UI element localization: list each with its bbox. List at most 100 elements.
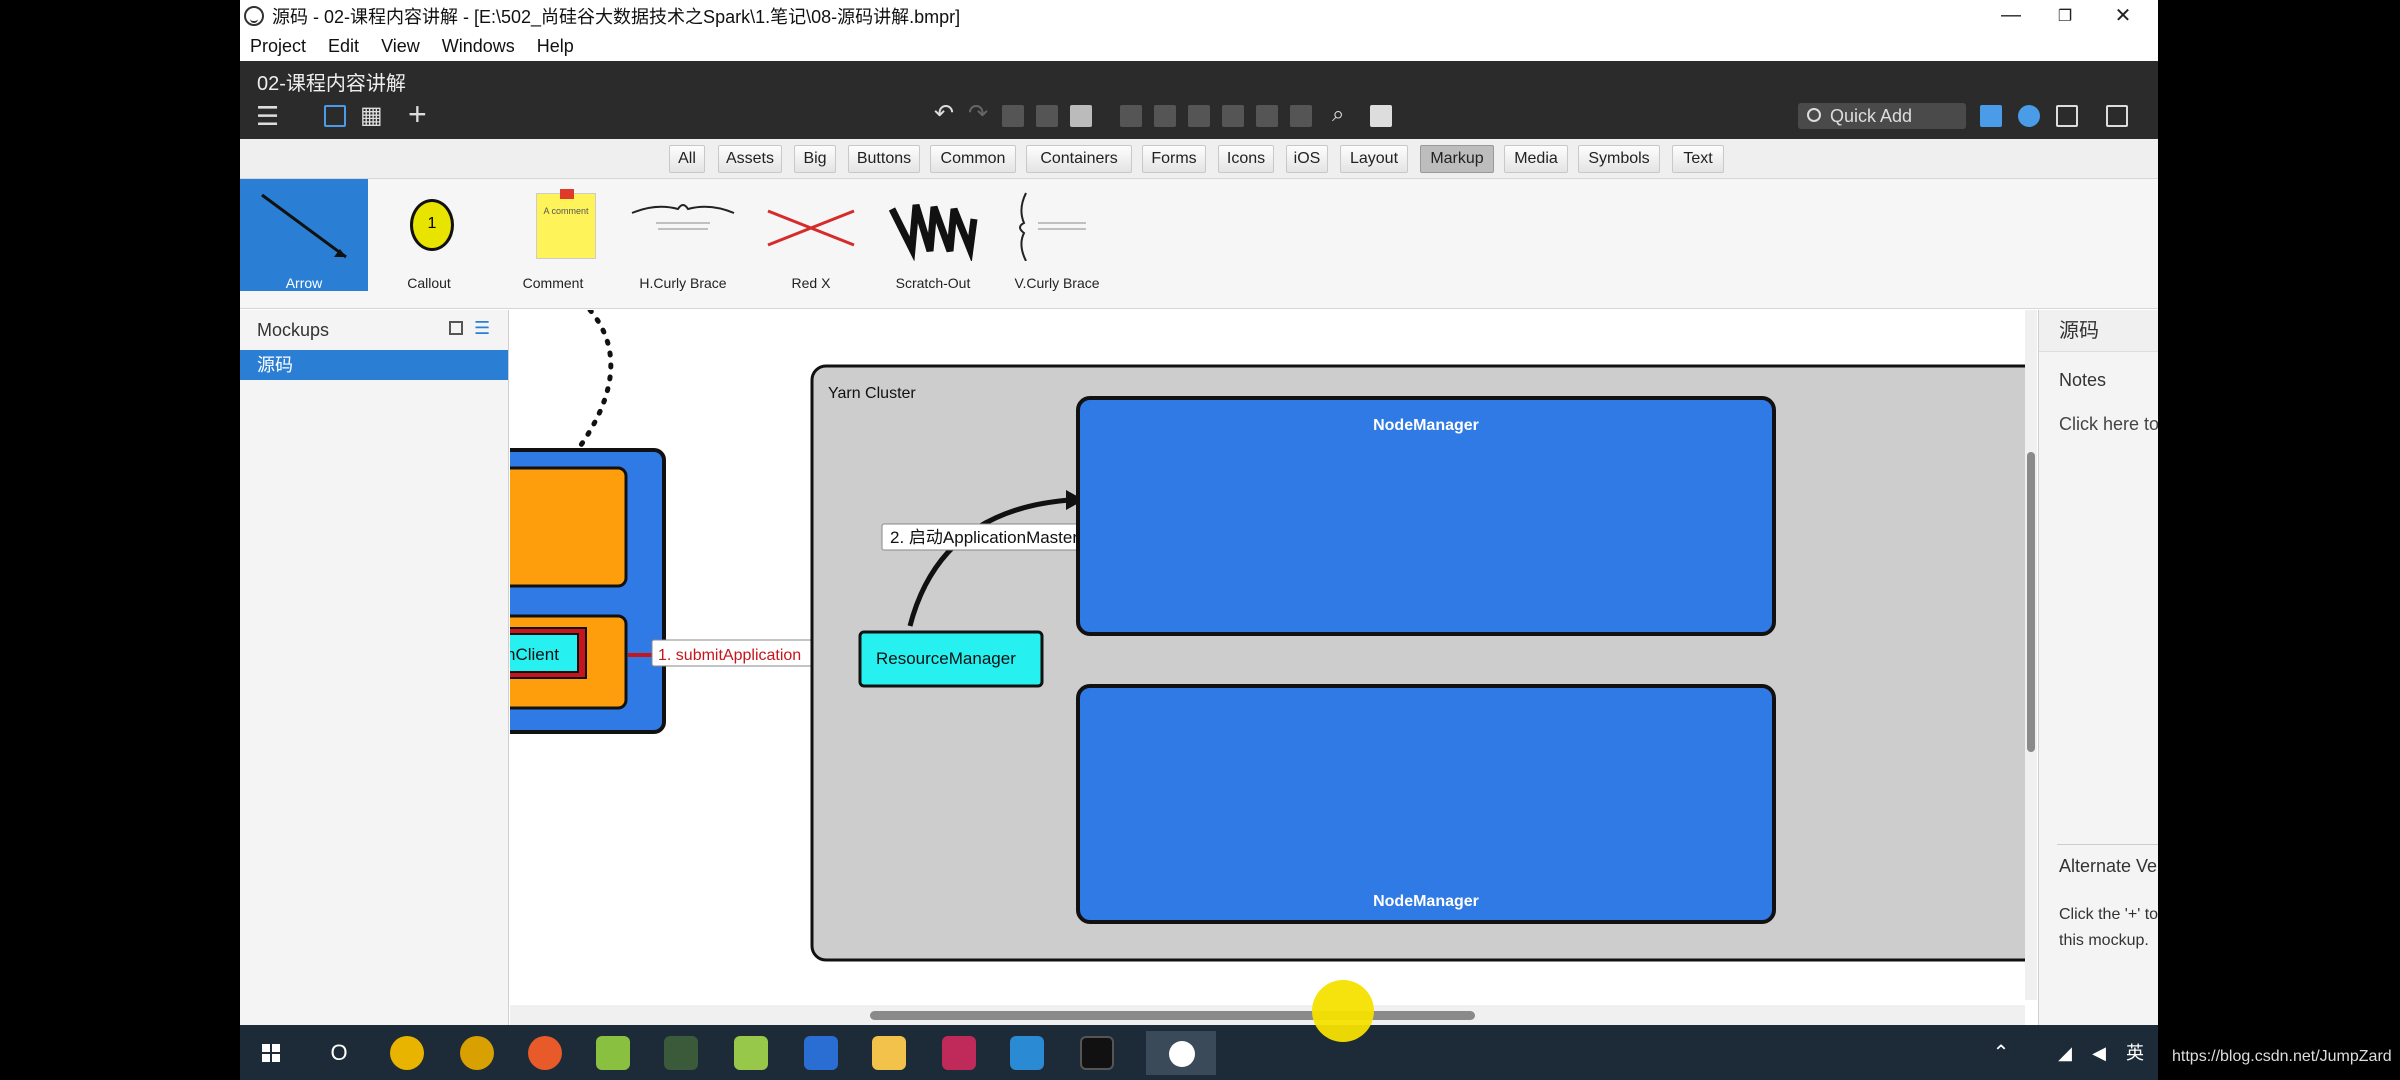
list-view-icon[interactable]: ☰ bbox=[474, 318, 490, 339]
canvas-horizontal-scrollbar[interactable] bbox=[510, 1005, 2025, 1025]
paste-icon[interactable] bbox=[1070, 105, 1092, 127]
terminal-icon[interactable] bbox=[1080, 1036, 1114, 1070]
filter-tab-big[interactable]: Big bbox=[794, 145, 836, 173]
file-explorer-icon[interactable] bbox=[872, 1036, 906, 1070]
hamburger-menu-icon[interactable]: ☰ bbox=[256, 101, 279, 131]
balsamiq-app-icon[interactable] bbox=[1010, 1036, 1044, 1070]
mockup-canvas[interactable]: nClient 1. submitApplication Yarn Cluste… bbox=[510, 310, 2037, 1025]
app-green-icon[interactable] bbox=[596, 1036, 630, 1070]
mockup-list-item[interactable]: 源码 bbox=[240, 350, 508, 380]
library-item-label: Comment bbox=[522, 275, 584, 291]
show-hidden-icons[interactable]: ⌃ bbox=[1984, 1036, 2018, 1070]
project-info-icon[interactable] bbox=[1980, 105, 2002, 127]
search-icon[interactable]: O bbox=[322, 1036, 356, 1070]
vertical-scroll-thumb[interactable] bbox=[2027, 452, 2035, 752]
notes-edit-area[interactable]: Click here to edit notes. bbox=[2059, 414, 2158, 435]
panel-layout-icon[interactable] bbox=[324, 105, 346, 127]
filter-tab-markup[interactable]: Markup bbox=[1420, 145, 1494, 173]
find-icon[interactable]: ⌕ bbox=[1332, 99, 1344, 129]
filter-tab-text[interactable]: Text bbox=[1672, 145, 1724, 173]
cut-icon[interactable] bbox=[1002, 105, 1024, 127]
watermark-text: https://blog.csdn.net/JumpZard bbox=[2172, 1048, 2392, 1065]
filter-tab-symbols[interactable]: Symbols bbox=[1578, 145, 1660, 173]
filter-tab-icons[interactable]: Icons bbox=[1218, 145, 1274, 173]
volume-icon[interactable]: ◀ bbox=[2082, 1036, 2116, 1070]
network-icon[interactable]: ◢ bbox=[2048, 1036, 2082, 1070]
properties-icon[interactable] bbox=[2056, 105, 2078, 127]
diagram-svg: nClient 1. submitApplication Yarn Cluste… bbox=[510, 310, 2025, 962]
minimize-button[interactable]: — bbox=[1986, 0, 2036, 31]
filter-tab-media[interactable]: Media bbox=[1504, 145, 1568, 173]
filter-tab-assets[interactable]: Assets bbox=[718, 145, 782, 173]
menu-help[interactable]: Help bbox=[537, 36, 574, 57]
thumbnail-view-icon[interactable] bbox=[449, 321, 463, 335]
mockups-panel-title: Mockups bbox=[257, 320, 330, 340]
comment-sample-text: A comment bbox=[543, 206, 589, 216]
app-blue-frame-icon[interactable] bbox=[804, 1036, 838, 1070]
redo-icon[interactable]: ↷ bbox=[968, 99, 988, 129]
filter-tab-ios[interactable]: iOS bbox=[1286, 145, 1328, 173]
smiley-app-icon bbox=[1169, 1041, 1195, 1067]
library-item-red-x[interactable]: Red X bbox=[750, 179, 872, 291]
library-item-v-curly-brace[interactable]: V.Curly Brace bbox=[994, 179, 1120, 291]
app-dark-icon[interactable] bbox=[664, 1036, 698, 1070]
info-icon[interactable] bbox=[2018, 105, 2040, 127]
swirl-app-icon[interactable] bbox=[528, 1036, 562, 1070]
mockups-panel-header: Mockups ☰ bbox=[240, 310, 508, 350]
library-item-callout[interactable]: 1 Callout bbox=[368, 179, 490, 291]
red-x-icon bbox=[767, 209, 855, 247]
align-icon[interactable] bbox=[1222, 105, 1244, 127]
library-item-scratch-out[interactable]: Scratch-Out bbox=[872, 179, 994, 291]
document-toolbar: 02-课程内容讲解 ☰ ▦ + ↶ ↷ ⌕ Quick Add bbox=[240, 61, 2158, 139]
clear-search-icon[interactable] bbox=[1370, 105, 1392, 127]
library-item-comment[interactable]: A comment Comment bbox=[490, 179, 616, 291]
quick-add-input[interactable]: Quick Add bbox=[1798, 103, 1966, 129]
presentation-icon[interactable] bbox=[2106, 105, 2128, 127]
add-mockup-icon[interactable]: + bbox=[408, 98, 427, 130]
horizontal-scroll-thumb[interactable] bbox=[870, 1011, 1475, 1020]
lock-icon[interactable] bbox=[1256, 105, 1278, 127]
bring-front-icon[interactable] bbox=[1154, 105, 1176, 127]
windows-start-icon[interactable] bbox=[254, 1036, 288, 1070]
library-item-h-curly-brace[interactable]: H.Curly Brace bbox=[616, 179, 750, 291]
comment-pin-icon bbox=[560, 189, 574, 199]
undo-icon[interactable]: ↶ bbox=[934, 99, 954, 129]
chrome-icon[interactable] bbox=[390, 1036, 424, 1070]
title-bar: 源码 - 02-课程内容讲解 - [E:\502_尚硅谷大数据技术之Spark\… bbox=[240, 0, 2158, 31]
maximize-button[interactable]: ❐ bbox=[2040, 0, 2090, 31]
menu-view[interactable]: View bbox=[381, 36, 420, 57]
input-language-indicator[interactable]: 英 bbox=[2118, 1036, 2152, 1070]
filter-tab-layout[interactable]: Layout bbox=[1340, 145, 1408, 173]
grid-view-icon[interactable]: ▦ bbox=[360, 101, 383, 131]
resource-manager-label: ResourceManager bbox=[876, 649, 1016, 668]
intellij-icon[interactable] bbox=[942, 1036, 976, 1070]
mf-app-icon[interactable] bbox=[460, 1036, 494, 1070]
filter-tab-forms[interactable]: Forms bbox=[1142, 145, 1206, 173]
callout-number: 1 bbox=[427, 215, 437, 232]
window-title: 源码 - 02-课程内容讲解 - [E:\502_尚硅谷大数据技术之Spark\… bbox=[272, 6, 961, 27]
properties-panel: 源码 Notes Click here to edit notes. Alter… bbox=[2038, 310, 2158, 1025]
group-icon[interactable] bbox=[1120, 105, 1142, 127]
menu-project[interactable]: Project bbox=[250, 36, 306, 57]
client-top-box bbox=[510, 466, 628, 588]
close-button[interactable]: ✕ bbox=[2098, 0, 2148, 31]
menu-edit[interactable]: Edit bbox=[328, 36, 359, 57]
filter-tab-buttons[interactable]: Buttons bbox=[848, 145, 920, 173]
library-item-arrow[interactable]: Arrow bbox=[240, 179, 368, 291]
submit-application-label: 1. submitApplication bbox=[658, 647, 801, 664]
launch-am-label: 2. 启动ApplicationMaster bbox=[890, 528, 1078, 547]
copy-icon[interactable] bbox=[1036, 105, 1058, 127]
send-back-icon[interactable] bbox=[1188, 105, 1210, 127]
active-app-slot[interactable] bbox=[1146, 1031, 1216, 1075]
library-item-label: H.Curly Brace bbox=[639, 275, 727, 291]
filter-tab-common[interactable]: Common bbox=[930, 145, 1016, 173]
app-smiley-icon bbox=[244, 5, 264, 26]
delete-icon[interactable] bbox=[1290, 105, 1312, 127]
filter-tab-containers[interactable]: Containers bbox=[1026, 145, 1132, 173]
canvas-vertical-scrollbar[interactable] bbox=[2025, 310, 2037, 1000]
library-item-label: V.Curly Brace bbox=[1014, 275, 1100, 291]
notepad-icon[interactable] bbox=[734, 1036, 768, 1070]
filter-tab-all[interactable]: All bbox=[669, 145, 705, 173]
menu-windows[interactable]: Windows bbox=[442, 36, 515, 57]
library-item-label: Red X bbox=[791, 275, 831, 291]
